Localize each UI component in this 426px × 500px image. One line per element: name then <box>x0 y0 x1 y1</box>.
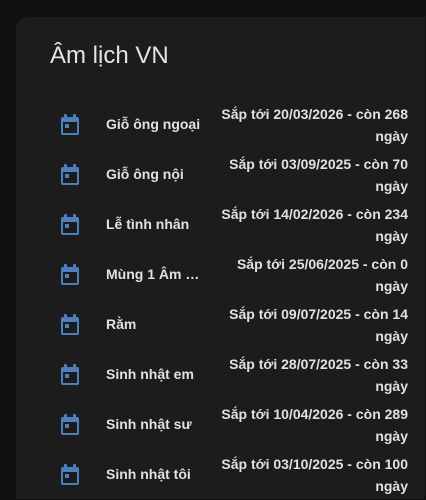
entity-state: Sắp tới 03/09/2025 - còn 70 ngày <box>229 156 408 194</box>
entity-name: Sinh nhật tôi <box>106 466 191 482</box>
entity-name: Sinh nhật em <box>106 366 194 382</box>
calendar-icon <box>61 364 79 385</box>
entities-card: Âm lịch VN Giỗ ông ngoại Sắp tới 20/03/2… <box>16 17 425 499</box>
entity-row[interactable]: Sinh nhật tôi Sắp tới 03/10/2025 - còn 1… <box>16 450 425 500</box>
card-title: Âm lịch VN <box>50 42 169 69</box>
calendar-icon <box>61 114 79 135</box>
calendar-icon <box>61 314 79 335</box>
entity-list: Giỗ ông ngoại Sắp tới 20/03/2026 - còn 2… <box>16 100 425 500</box>
entity-name: Sinh nhật sư <box>106 416 192 432</box>
entity-name: Lễ tình nhân <box>106 216 190 232</box>
entity-state: Sắp tới 20/03/2026 - còn 268 ngày <box>221 106 408 144</box>
entity-row[interactable]: Lễ tình nhân Sắp tới 14/02/2026 - còn 23… <box>16 200 425 250</box>
entity-name: Giỗ ông nội <box>106 166 184 182</box>
entity-state: Sắp tới 09/07/2025 - còn 14 ngày <box>229 306 408 344</box>
entity-state: Sắp tới 10/04/2026 - còn 289 ngày <box>221 406 408 444</box>
entity-row[interactable]: Sinh nhật em Sắp tới 28/07/2025 - còn 33… <box>16 350 425 400</box>
calendar-icon <box>61 464 79 485</box>
entity-state: Sắp tới 25/06/2025 - còn 0 ngày <box>236 256 408 294</box>
entity-row[interactable]: Sinh nhật sư Sắp tới 10/04/2026 - còn 28… <box>16 400 425 450</box>
entity-row[interactable]: Mùng 1 Âm Lịch Sắp tới 25/06/2025 - còn … <box>16 250 425 300</box>
entity-state: Sắp tới 03/10/2025 - còn 100 ngày <box>221 456 408 494</box>
entity-name: Giỗ ông ngoại <box>106 116 201 132</box>
entity-row[interactable]: Rằm Sắp tới 09/07/2025 - còn 14 ngày <box>16 300 425 350</box>
entity-row[interactable]: Giỗ ông nội Sắp tới 03/09/2025 - còn 70 … <box>16 150 425 200</box>
calendar-icon <box>61 214 79 235</box>
entity-row[interactable]: Giỗ ông ngoại Sắp tới 20/03/2026 - còn 2… <box>16 100 425 150</box>
entity-state: Sắp tới 28/07/2025 - còn 33 ngày <box>229 356 408 394</box>
calendar-icon <box>61 414 79 435</box>
calendar-icon <box>61 264 79 285</box>
calendar-icon <box>61 164 79 185</box>
entity-state: Sắp tới 14/02/2026 - còn 234 ngày <box>221 206 408 244</box>
entity-name: Rằm <box>106 316 137 332</box>
entity-name: Mùng 1 Âm Lịch <box>106 266 206 282</box>
